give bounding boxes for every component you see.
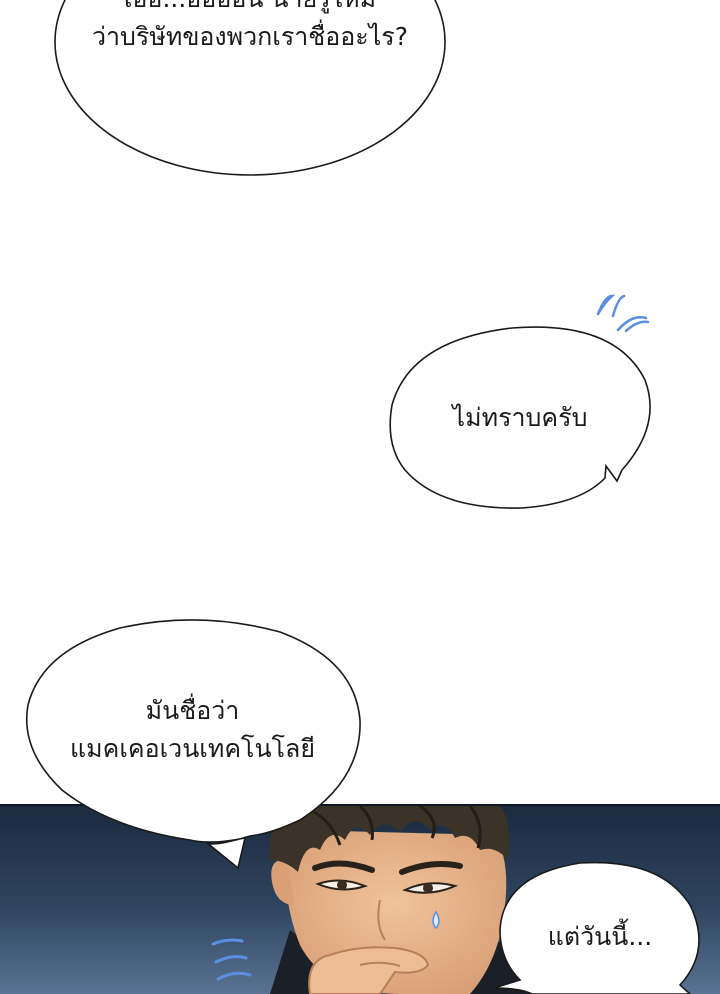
comic-page: เอ่อ...อ่อออน นายรู้ไหม ว่าบริษัทของพวกเ… <box>0 0 720 994</box>
bubble-top-line-2: ว่าบริษัทของพวกเราชื่ออะไร? <box>91 22 408 51</box>
bubble-top-line-1: เอ่อ...อ่อออน นายรู้ไหม <box>60 0 440 18</box>
comic-artwork <box>0 0 720 994</box>
bubble-middle-text: ไม่ทราบครับ <box>420 399 620 437</box>
bubble-bottom-right-line-1: แต่วันนี้... <box>547 922 653 951</box>
bubble-lower-left-text: มันชื่อว่า แมคเคอเวนเทคโนโลยี <box>45 692 340 768</box>
sweat-marks-top <box>596 294 650 333</box>
bubble-lower-left-line-2: แมคเคอเวนเทคโนโลยี <box>70 734 315 763</box>
bubble-middle-line-1: ไม่ทราบครับ <box>452 403 588 432</box>
character-man <box>269 804 540 994</box>
bubble-bottom-right-text: แต่วันนี้... <box>525 918 675 956</box>
bubble-lower-left-line-1: มันชื่อว่า <box>145 696 240 725</box>
bubble-top-text: เอ่อ...อ่อออน นายรู้ไหม ว่าบริษัทของพวกเ… <box>60 0 440 56</box>
